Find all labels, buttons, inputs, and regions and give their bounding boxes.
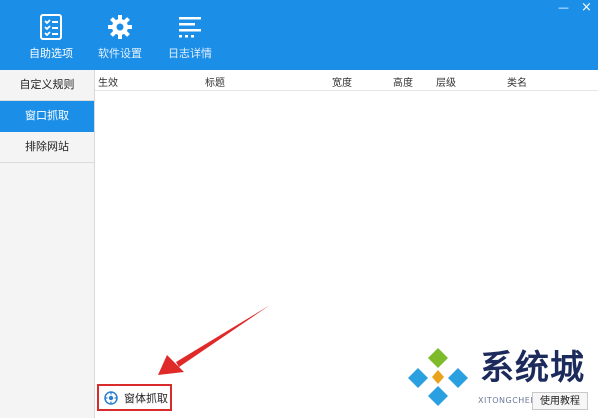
window-capture-button[interactable]: 窗体抓取	[97, 384, 172, 411]
watermark-brand: 系统城	[480, 348, 585, 388]
target-icon	[104, 390, 118, 405]
brand-diamond-logo	[408, 348, 468, 406]
window-capture-label: 窗体抓取	[124, 391, 168, 405]
tutorial-button[interactable]: 使用教程	[532, 392, 588, 410]
